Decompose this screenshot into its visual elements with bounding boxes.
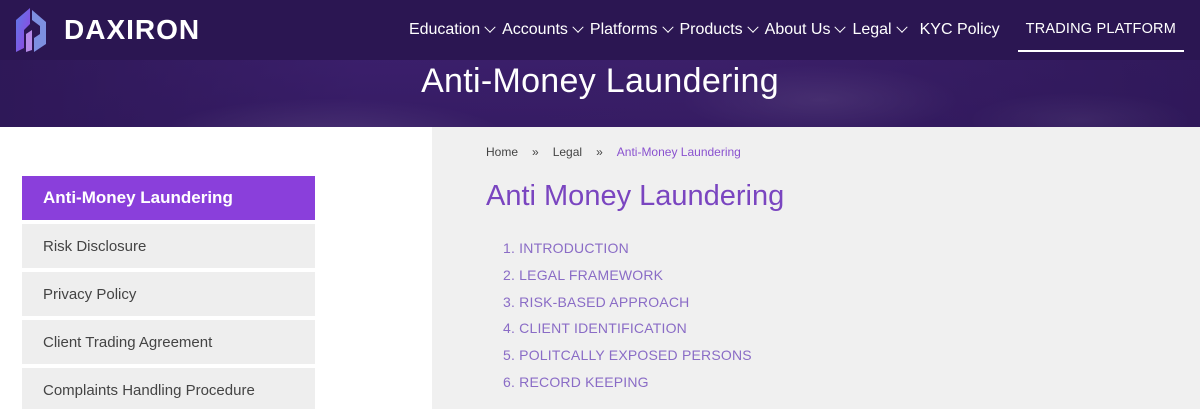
brand-name: DAXIRON <box>64 14 201 45</box>
sidebar-item-client-trading-agreement[interactable]: Client Trading Agreement <box>22 320 315 364</box>
breadcrumb-separator: » <box>596 145 603 159</box>
main-nav: Education Accounts Platforms Products Ab… <box>403 0 1184 60</box>
nav-label: Education <box>408 21 481 38</box>
chevron-down-icon <box>834 21 847 33</box>
sidebar-item-risk-disclosure[interactable]: Risk Disclosure <box>22 224 315 268</box>
top-bar: DAXIRON Education Accounts Platforms Pro… <box>0 0 1200 60</box>
nav-label: Platforms <box>589 21 658 38</box>
breadcrumb-legal[interactable]: Legal <box>553 145 582 159</box>
toc-item[interactable]: 5. POLITCALLY EXPOSED PERSONS <box>503 345 752 372</box>
sidebar: Anti-Money Laundering Risk Disclosure Pr… <box>0 127 432 409</box>
chevron-down-icon <box>895 21 908 33</box>
chevron-down-icon <box>661 21 674 33</box>
logo[interactable]: DAXIRON <box>10 4 200 56</box>
breadcrumb-current: Anti-Money Laundering <box>616 145 741 159</box>
toc-item[interactable]: 3. RISK-BASED APPROACH <box>503 292 752 319</box>
page-title: Anti-Money Laundering <box>421 62 779 100</box>
chevron-down-icon <box>572 21 584 33</box>
toc-item[interactable]: 6. RECORD KEEPING <box>503 372 752 399</box>
sidebar-item-anti-money-laundering[interactable]: Anti-Money Laundering <box>22 176 315 220</box>
breadcrumb: Home » Legal » Anti-Money Laundering <box>486 145 755 159</box>
nav-accounts[interactable]: Accounts <box>502 21 584 39</box>
nav-kyc-policy[interactable]: KYC Policy <box>920 21 1000 39</box>
nav-platforms[interactable]: Platforms <box>590 21 674 39</box>
content-title: Anti Money Laundering <box>486 180 785 212</box>
chevron-down-icon <box>484 21 496 33</box>
trading-platform-button[interactable]: TRADING PLATFORM <box>1017 8 1184 52</box>
nav-education[interactable]: Education <box>409 21 496 39</box>
sidebar-item-complaints-handling[interactable]: Complaints Handling Procedure <box>22 368 315 409</box>
nav-label: Accounts <box>502 21 568 38</box>
toc-item[interactable]: 2. LEGAL FRAMEWORK <box>503 265 752 292</box>
toc-item[interactable]: 1. INTRODUCTION <box>503 238 752 265</box>
breadcrumb-separator: » <box>532 145 539 159</box>
site-header: DAXIRON Education Accounts Platforms Pro… <box>0 0 1200 127</box>
nav-products[interactable]: Products <box>680 21 759 39</box>
toc-item[interactable]: 4. CLIENT IDENTIFICATION <box>503 318 752 345</box>
chevron-down-icon <box>746 21 759 33</box>
daxiron-logo-icon <box>16 8 46 52</box>
sidebar-item-privacy-policy[interactable]: Privacy Policy <box>22 272 315 316</box>
main-content: Home » Legal » Anti-Money Laundering Ant… <box>432 127 1200 409</box>
nav-label: Legal <box>852 21 892 38</box>
nav-about-us[interactable]: About Us <box>765 21 847 39</box>
table-of-contents: 1. INTRODUCTION 2. LEGAL FRAMEWORK 3. RI… <box>503 238 752 399</box>
nav-label: Products <box>679 21 743 38</box>
nav-label: About Us <box>764 21 831 38</box>
breadcrumb-home[interactable]: Home <box>486 145 518 159</box>
nav-legal[interactable]: Legal <box>852 21 908 39</box>
